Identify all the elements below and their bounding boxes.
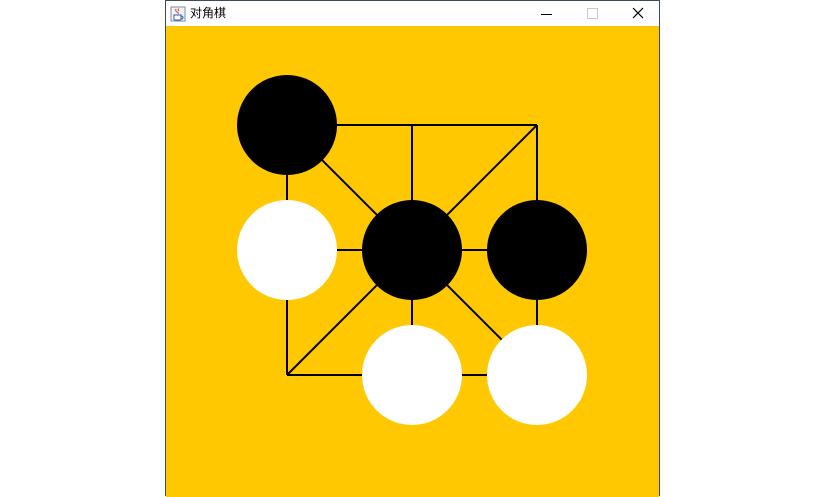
black-piece[interactable] (237, 75, 337, 175)
white-piece[interactable] (362, 325, 462, 425)
maximize-icon (587, 8, 598, 19)
minimize-button[interactable] (524, 1, 570, 26)
minimize-icon (541, 14, 552, 15)
black-piece[interactable] (487, 200, 587, 300)
game-board[interactable] (166, 26, 659, 497)
close-button[interactable] (615, 1, 661, 26)
java-coffee-cup-icon[interactable] (170, 6, 186, 22)
game-window: 对角棋 (165, 0, 660, 497)
white-piece[interactable] (487, 325, 587, 425)
board-canvas[interactable] (166, 26, 659, 497)
white-piece[interactable] (237, 200, 337, 300)
title-bar[interactable]: 对角棋 (166, 1, 659, 26)
close-icon (632, 7, 644, 19)
window-title: 对角棋 (190, 6, 227, 20)
maximize-button[interactable] (570, 1, 616, 26)
black-piece[interactable] (362, 200, 462, 300)
